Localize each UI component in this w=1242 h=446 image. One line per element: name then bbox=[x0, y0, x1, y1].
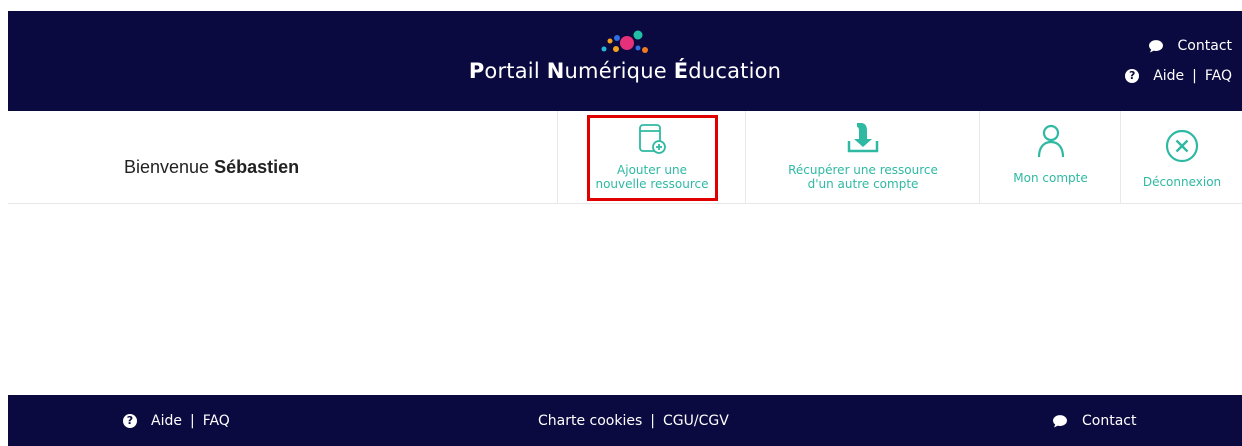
contact-link[interactable]: Contact bbox=[1178, 38, 1232, 54]
site-footer: ? Aide | FAQ Charte cookies | CGU/CGV Co… bbox=[8, 395, 1242, 446]
footer-faq-link[interactable]: FAQ bbox=[203, 413, 230, 429]
separator: | bbox=[1192, 68, 1197, 84]
recover-resource-button[interactable]: Récupérer une ressource d'un autre compt… bbox=[745, 111, 980, 203]
close-circle-icon bbox=[1165, 129, 1199, 163]
recover-resource-label-2: d'un autre compte bbox=[807, 177, 919, 191]
footer-contact-link[interactable]: Contact bbox=[1082, 413, 1136, 429]
site-header: Portail Numérique Éducation Contact ? Ai… bbox=[8, 11, 1242, 111]
site-logo[interactable]: Portail Numérique Éducation bbox=[8, 59, 1242, 83]
footer-aide-link[interactable]: Aide bbox=[151, 413, 182, 429]
my-account-button[interactable]: Mon compte bbox=[979, 111, 1121, 203]
footer-separator-2: | bbox=[650, 413, 655, 429]
logout-label: Déconnexion bbox=[1142, 175, 1222, 189]
user-icon bbox=[1037, 124, 1064, 158]
footer-separator: | bbox=[189, 413, 195, 429]
footer-chat-bubble-icon bbox=[1053, 414, 1067, 428]
download-tray-icon bbox=[847, 123, 879, 153]
my-account-label: Mon compte bbox=[1013, 171, 1088, 185]
welcome-message: Bienvenue Sébastien bbox=[124, 157, 300, 177]
recover-resource-label-1: Récupérer une ressource bbox=[788, 163, 938, 177]
charte-cookies-link[interactable]: Charte cookies bbox=[538, 413, 642, 429]
user-name: Sébastien bbox=[214, 157, 300, 177]
footer-help-icon: ? bbox=[123, 414, 137, 428]
logout-button[interactable]: Déconnexion bbox=[1120, 111, 1242, 203]
cgu-link[interactable]: CGU/CGV bbox=[663, 413, 729, 429]
aide-link[interactable]: Aide bbox=[1153, 68, 1184, 84]
chat-bubble-icon bbox=[1148, 39, 1163, 53]
faq-link[interactable]: FAQ bbox=[1205, 68, 1232, 84]
help-icon: ? bbox=[1125, 69, 1140, 83]
header-links: Contact ? Aide | FAQ bbox=[1125, 35, 1232, 95]
highlight-box bbox=[587, 115, 718, 201]
page: Portail Numérique Éducation Contact ? Ai… bbox=[8, 11, 1242, 446]
logo-dots-icon bbox=[601, 30, 648, 53]
